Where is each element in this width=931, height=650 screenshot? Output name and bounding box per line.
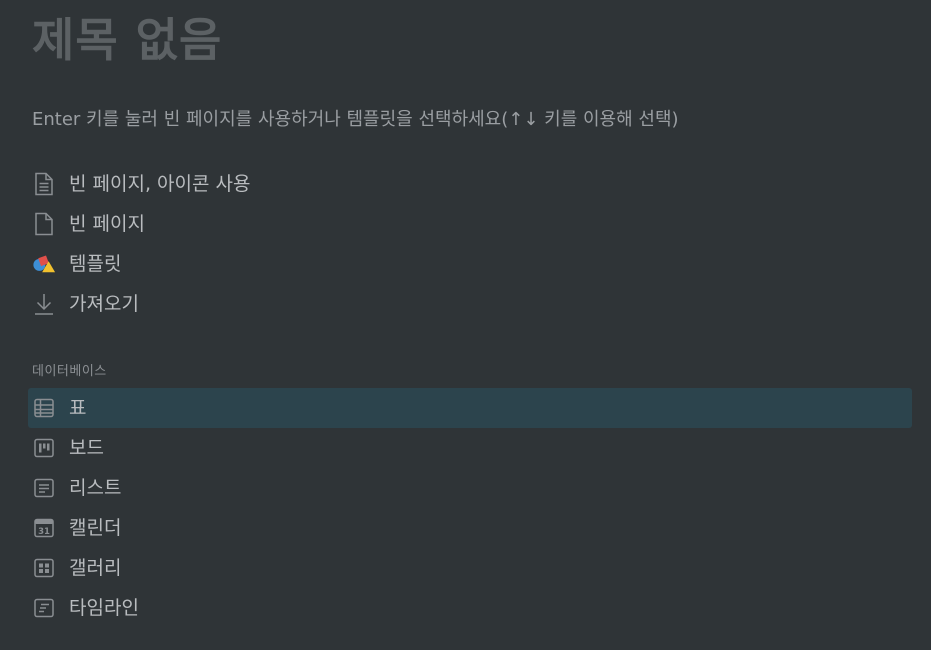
timeline-icon	[32, 596, 56, 620]
database-option-board[interactable]: 보드	[28, 428, 912, 468]
new-page-screen: 제목 없음 Enter 키를 눌러 빈 페이지를 사용하거나 템플릿을 선택하세…	[0, 0, 931, 650]
template-shapes-icon	[32, 252, 56, 276]
database-option-label: 타임라인	[69, 597, 139, 619]
database-option-table[interactable]: 표	[28, 388, 912, 428]
option-blank-page[interactable]: 빈 페이지	[28, 204, 912, 244]
database-option-label: 갤러리	[69, 557, 122, 579]
document-lines-icon	[32, 172, 56, 196]
database-option-label: 보드	[69, 437, 104, 459]
option-label: 빈 페이지	[69, 213, 145, 235]
download-arrow-icon	[32, 292, 56, 316]
option-label: 템플릿	[69, 253, 122, 275]
instruction-hint: Enter 키를 눌러 빈 페이지를 사용하거나 템플릿을 선택하세요(↑↓ 키…	[32, 109, 679, 130]
option-label: 빈 페이지, 아이콘 사용	[69, 173, 251, 195]
page-title[interactable]: 제목 없음	[32, 8, 222, 72]
database-option-timeline[interactable]: 타임라인	[28, 588, 912, 628]
option-import[interactable]: 가져오기	[28, 284, 912, 324]
calendar-icon: 31	[32, 516, 56, 540]
database-option-label: 캘린더	[69, 517, 122, 539]
option-label: 가져오기	[69, 293, 139, 315]
database-section-header: 데이터베이스	[32, 364, 107, 379]
database-option-gallery[interactable]: 갤러리	[28, 548, 912, 588]
database-option-label: 표	[69, 397, 87, 419]
database-option-label: 리스트	[69, 477, 122, 499]
gallery-icon	[32, 556, 56, 580]
list-icon	[32, 476, 56, 500]
calendar-icon-date: 31	[38, 527, 50, 537]
option-blank-page-with-icon[interactable]: 빈 페이지, 아이콘 사용	[28, 164, 912, 204]
database-option-list[interactable]: 리스트	[28, 468, 912, 508]
table-icon	[32, 396, 56, 420]
board-icon	[32, 436, 56, 460]
option-templates[interactable]: 템플릿	[28, 244, 912, 284]
database-option-calendar[interactable]: 31 캘린더	[28, 508, 912, 548]
document-icon	[32, 212, 56, 236]
